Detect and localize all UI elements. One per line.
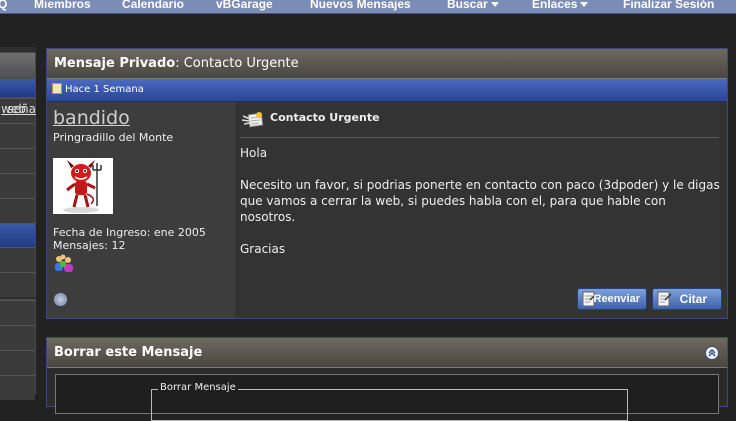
sidebar-row[interactable] [0,272,35,297]
nav-item-finalizar-sesion[interactable]: Finalizar Sesión [623,0,714,11]
sidebar-row[interactable] [0,148,35,173]
delete-panel-title: Borrar este Mensaje [47,338,727,368]
panel-title-separator: : [175,56,180,71]
panel-title: Mensaje Privado: Contacto Urgente [47,49,727,79]
quote-button[interactable]: Citar [652,288,722,310]
sidebar-header [0,52,36,79]
message-icon [241,110,265,130]
message-content: Contacto Urgente Hola Necesito un favor,… [235,102,727,318]
sidebar-row[interactable] [0,350,35,375]
nav-item-enlaces-label: Enlaces [532,0,578,11]
sidebar-row[interactable] [0,247,35,272]
nav-item-buscar-label: Buscar [447,0,488,11]
top-navbar: Q Miembros Calendario vBGarage Nuevos Me… [0,0,736,14]
divider [240,137,719,138]
dropdown-arrow-icon [580,2,589,7]
delete-message-panel: Borrar este Mensaje Borrar Mensaje [46,337,728,421]
sidebar-row[interactable] [0,123,35,148]
dropdown-arrow-icon [490,2,499,7]
post: bandido Pringradillo del Monte Fecha de … [47,102,727,318]
private-message-panel: Mensaje Privado: Contacto Urgente Hace 1… [46,48,728,319]
post-count: Mensajes: 12 [53,239,126,252]
nav-item-faq[interactable]: Q [0,0,7,11]
panel-title-prefix: Mensaje Privado [54,56,176,71]
user-title: Pringradillo del Monte [53,131,174,144]
collapse-icon[interactable] [705,346,719,360]
sidebar-row[interactable] [0,300,35,325]
sidebar-section-bar [0,78,36,98]
left-sidebar: seña web [0,47,36,400]
panel-title-subject: Contacto Urgente [183,56,299,71]
forward-button-label: Reenviar [593,293,640,305]
user-info: bandido Pringradillo del Monte Fecha de … [47,102,235,318]
user-stats: Fecha de Ingreso: ene 2005 Mensajes: 12 [53,226,206,252]
message-paragraph: Gracias [240,242,286,256]
nav-item-calendario[interactable]: Calendario [122,0,184,11]
quote-button-label: Citar [679,292,707,306]
nav-item-miembros[interactable]: Miembros [34,0,91,11]
nav-item-buscar[interactable]: Buscar [447,0,499,11]
post-date-bar: Hace 1 Semana [47,79,727,102]
sidebar-section-bar [0,223,35,247]
nav-item-nuevos-mensajes[interactable]: Nuevos Mensajes [310,0,411,11]
forward-button[interactable]: Reenviar [577,288,647,310]
fieldset-legend: Borrar Mensaje [158,382,238,393]
sidebar-link-web[interactable]: web [1,102,26,116]
nav-item-vbgarage[interactable]: vBGarage [216,0,273,11]
sidebar-list: seña web [0,97,36,297]
message-paragraph: Necesito un favor, si podrias ponerte en… [240,178,720,224]
sidebar-row[interactable] [0,375,35,400]
users-icon[interactable] [53,254,75,272]
offline-status-icon [54,293,67,306]
quote-icon [656,290,672,308]
post-date: Hace 1 Semana [65,84,144,95]
avatar[interactable] [53,158,113,214]
sidebar-row[interactable]: web [0,102,35,223]
message-body: Hola Necesito un favor, si podrias poner… [240,145,722,273]
delete-form: Borrar Mensaje [55,374,719,421]
sidebar-row[interactable] [0,173,35,198]
sidebar-list-lower [0,299,36,400]
sidebar-row[interactable] [0,325,35,350]
nav-item-enlaces[interactable]: Enlaces [532,0,589,11]
message-subject: Contacto Urgente [270,111,380,124]
username-link[interactable]: bandido [53,107,130,129]
join-date: Fecha de Ingreso: ene 2005 [53,226,206,239]
message-paragraph: Hola [240,146,268,160]
post-icon [52,83,62,94]
